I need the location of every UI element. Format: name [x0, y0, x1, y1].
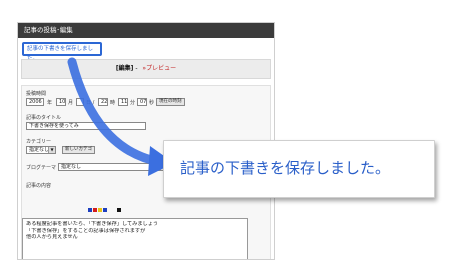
- zoom-callout: 記事の下書きを保存しました。: [163, 140, 435, 198]
- callout-text: 記事の下書きを保存しました。: [180, 159, 391, 177]
